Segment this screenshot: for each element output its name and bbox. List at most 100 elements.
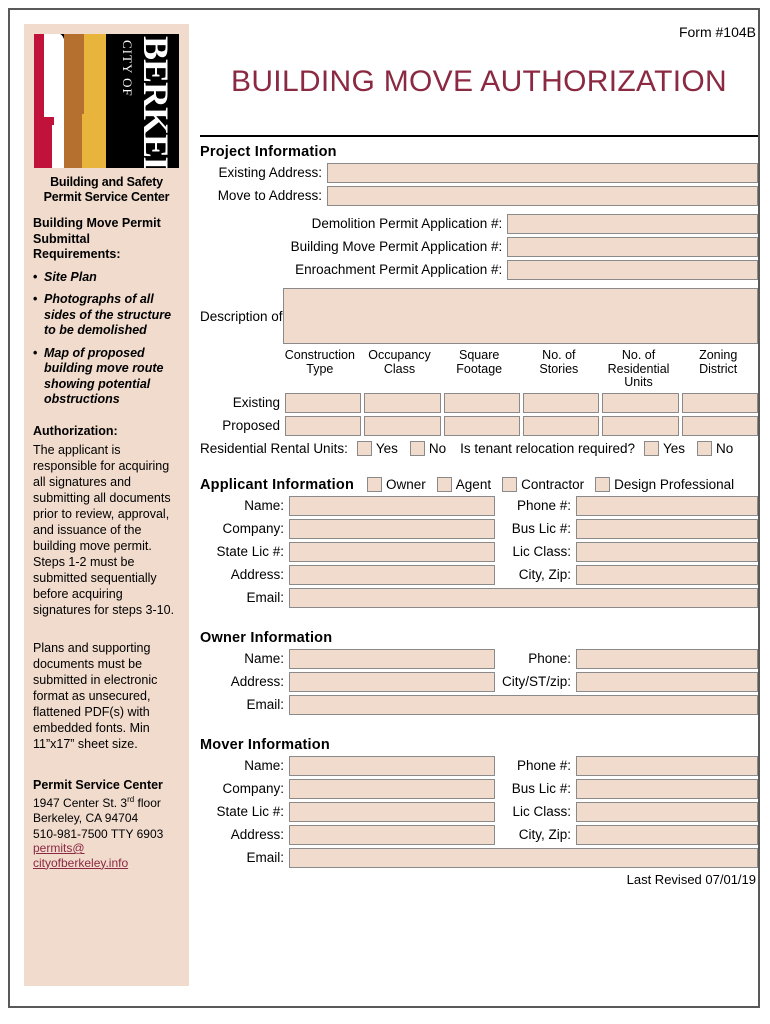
table-row: Proposed bbox=[200, 415, 758, 436]
sidebar-permit-service-center-heading: Permit Service Center bbox=[33, 777, 163, 792]
title-divider bbox=[200, 135, 758, 137]
cell-proposed-zoning-district[interactable] bbox=[681, 415, 758, 436]
form-page: CITY OF BERKELEY Building and Safety Per… bbox=[8, 8, 760, 1008]
city-of-berkeley-logo: CITY OF BERKELEY bbox=[34, 34, 179, 168]
input-mover-address[interactable] bbox=[289, 824, 495, 845]
cell-existing-zoning-district[interactable] bbox=[681, 392, 758, 413]
field-row-mover-name: Name: Phone #: bbox=[200, 755, 758, 776]
input-mover-state-lic[interactable] bbox=[289, 801, 495, 822]
label-owner-phone: Phone: bbox=[528, 651, 571, 666]
page-title: BUILDING MOVE AUTHORIZATION bbox=[231, 65, 727, 98]
label-applicant-city-zip: City, Zip: bbox=[518, 567, 571, 582]
label-residential-rental-units: Residential Rental Units: bbox=[200, 440, 348, 456]
sidebar-email-link-line2[interactable]: cityofberkeley.info bbox=[33, 856, 180, 871]
cell-proposed-occupancy-class[interactable] bbox=[364, 415, 441, 436]
residential-rental-row: Residential Rental Units: Yes No Is tena… bbox=[200, 440, 758, 456]
checkbox-relocation-yes[interactable] bbox=[644, 440, 659, 456]
label-applicant-state-lic: State Lic #: bbox=[216, 544, 284, 559]
input-mover-company[interactable] bbox=[289, 778, 495, 799]
input-enroachment-permit[interactable] bbox=[507, 260, 758, 280]
sidebar-phone: 510-981-7500 TTY 6903 bbox=[33, 826, 164, 841]
label-owner-email: Email: bbox=[246, 697, 284, 712]
requirement-item: Map of proposed building move route show… bbox=[33, 346, 180, 408]
label-move-to-address: Move to Address: bbox=[217, 188, 322, 203]
applicant-section-header: Applicant Information Owner Agent Contra… bbox=[200, 477, 758, 493]
input-applicant-city-zip[interactable] bbox=[576, 564, 758, 585]
cell-existing-no-of-stories[interactable] bbox=[522, 392, 600, 413]
cell-proposed-construction-type[interactable] bbox=[285, 415, 362, 436]
label-applicant-owner: Owner bbox=[386, 477, 426, 492]
input-applicant-address[interactable] bbox=[289, 564, 495, 585]
cell-existing-residential-units[interactable] bbox=[602, 392, 679, 413]
input-existing-address[interactable] bbox=[327, 163, 758, 183]
label-applicant-address: Address: bbox=[230, 567, 284, 582]
label-applicant-contractor: Contractor bbox=[521, 477, 585, 492]
field-row-mover-state-lic: State Lic #: Lic Class: bbox=[200, 801, 758, 822]
cell-existing-occupancy-class[interactable] bbox=[364, 392, 441, 413]
column-header: Occupancy Class bbox=[368, 348, 431, 376]
sidebar-authorization-text: The applicant is responsible for acquiri… bbox=[33, 442, 175, 617]
row-label-proposed: Proposed bbox=[222, 417, 280, 433]
input-applicant-name[interactable] bbox=[289, 495, 495, 516]
column-header: No. of Residential Units bbox=[607, 348, 670, 389]
input-mover-phone[interactable] bbox=[576, 755, 758, 776]
section-title-project: Project Information bbox=[200, 144, 337, 160]
label-applicant-agent: Agent bbox=[455, 477, 492, 492]
label-owner-address: Address: bbox=[230, 674, 284, 689]
input-mover-bus-lic[interactable] bbox=[576, 778, 758, 799]
cell-proposed-no-of-stories[interactable] bbox=[522, 415, 600, 436]
field-row-applicant-address: Address: City, Zip: bbox=[200, 564, 758, 585]
field-row-owner-email: Email: bbox=[200, 694, 758, 715]
label-tenant-relocation: Is tenant relocation required? bbox=[460, 440, 635, 456]
field-row-mover-email: Email: bbox=[200, 847, 758, 868]
input-owner-email[interactable] bbox=[289, 694, 758, 715]
sidebar-plans-text: Plans and supporting documents must be s… bbox=[33, 640, 158, 751]
checkbox-applicant-design-professional[interactable] bbox=[595, 477, 611, 492]
field-row-applicant-email: Email: bbox=[200, 587, 758, 608]
input-demolition-permit[interactable] bbox=[507, 214, 758, 234]
checkbox-rental-yes[interactable] bbox=[356, 440, 372, 456]
input-mover-email[interactable] bbox=[289, 847, 758, 868]
input-applicant-company[interactable] bbox=[289, 518, 495, 539]
checkbox-applicant-agent[interactable] bbox=[436, 477, 452, 492]
cell-existing-construction-type[interactable] bbox=[285, 392, 362, 413]
field-row-demolition-permit: Demolition Permit Application #: bbox=[200, 214, 758, 234]
column-header: Zoning District bbox=[699, 348, 738, 376]
input-owner-phone[interactable] bbox=[576, 648, 758, 669]
field-row-existing-address: Existing Address: bbox=[200, 163, 758, 183]
checkbox-rental-no[interactable] bbox=[409, 440, 425, 456]
input-applicant-phone[interactable] bbox=[576, 495, 758, 516]
checkbox-applicant-contractor[interactable] bbox=[502, 477, 518, 492]
input-owner-address[interactable] bbox=[289, 671, 495, 692]
input-owner-city-st-zip[interactable] bbox=[576, 671, 758, 692]
sidebar-email-link-line1[interactable]: permits@ bbox=[33, 841, 180, 856]
form-number: Form #104B bbox=[678, 24, 756, 40]
label-applicant-email: Email: bbox=[246, 590, 284, 605]
input-applicant-state-lic[interactable] bbox=[289, 541, 495, 562]
cell-proposed-square-footage[interactable] bbox=[443, 415, 520, 436]
input-applicant-bus-lic[interactable] bbox=[576, 518, 758, 539]
sidebar-requirements-heading: Building Move Permit Submittal Requireme… bbox=[33, 216, 161, 261]
checkbox-applicant-owner[interactable] bbox=[367, 477, 383, 492]
input-applicant-email[interactable] bbox=[289, 587, 758, 608]
input-mover-lic-class[interactable] bbox=[576, 801, 758, 822]
input-mover-city-zip[interactable] bbox=[576, 824, 758, 845]
table-column-headers: Construction Type Occupancy Class Square… bbox=[280, 348, 758, 390]
address-street-pre: 1947 Center St. 3 bbox=[33, 795, 128, 810]
cell-proposed-residential-units[interactable] bbox=[602, 415, 679, 436]
label-applicant-company: Company: bbox=[222, 521, 284, 536]
checkbox-relocation-no[interactable] bbox=[697, 440, 713, 456]
label-relocation-yes: Yes bbox=[663, 440, 686, 456]
sidebar-requirements-list: Site Plan Photographs of all sides of th… bbox=[33, 270, 180, 408]
input-building-move-permit[interactable] bbox=[507, 237, 758, 257]
label-mover-address: Address: bbox=[230, 827, 284, 842]
input-mover-name[interactable] bbox=[289, 755, 495, 776]
cell-existing-square-footage[interactable] bbox=[443, 392, 520, 413]
field-row-applicant-name: Name: Phone #: bbox=[200, 495, 758, 516]
label-mover-company: Company: bbox=[222, 781, 284, 796]
sidebar: CITY OF BERKELEY Building and Safety Per… bbox=[24, 24, 189, 986]
input-description-of-move[interactable] bbox=[283, 288, 758, 344]
input-applicant-lic-class[interactable] bbox=[576, 541, 758, 562]
input-move-to-address[interactable] bbox=[327, 186, 758, 206]
input-owner-name[interactable] bbox=[289, 648, 495, 669]
